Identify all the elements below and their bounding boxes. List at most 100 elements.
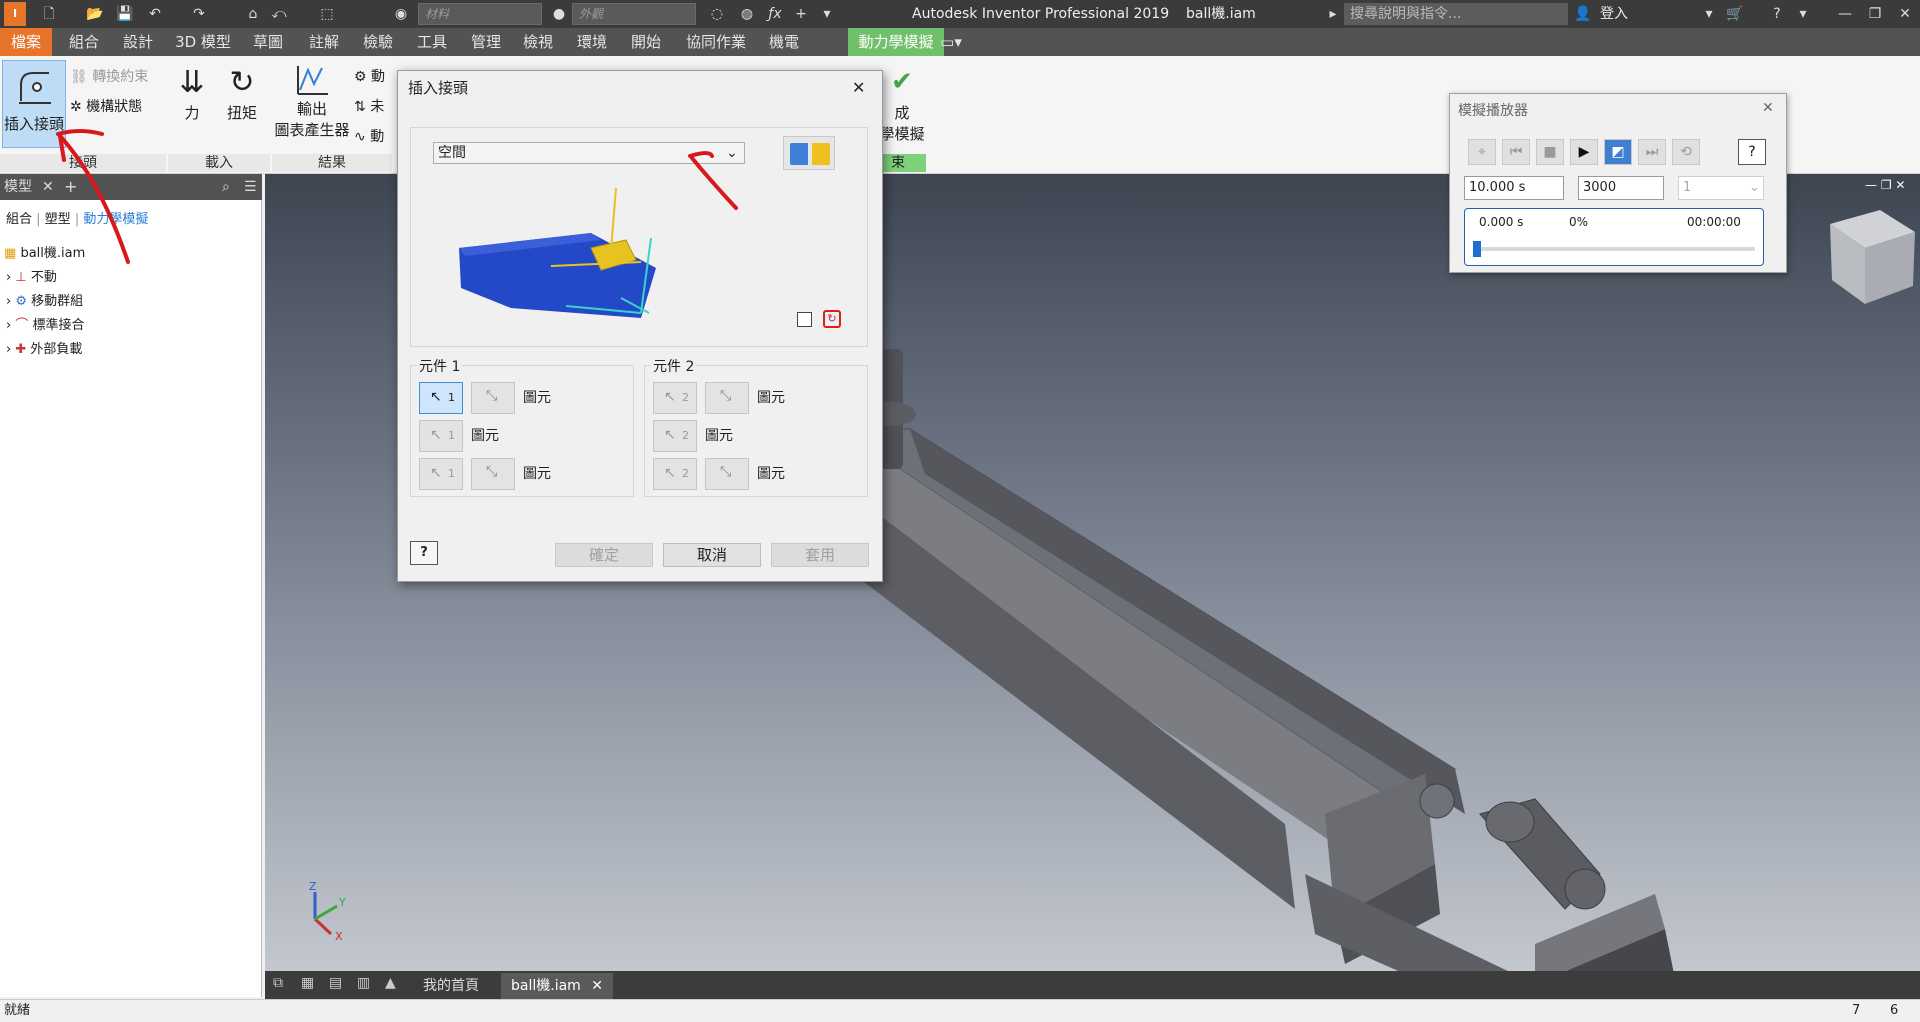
component-2-select-1[interactable]: ↖ 2 [653,382,697,414]
login-dropdown-icon[interactable]: ▾ [1698,4,1720,24]
tree-item-external-loads[interactable]: › ✚ 外部負載 [6,338,82,362]
player-title[interactable]: 模擬播放器 [1458,100,1528,120]
dialog-close-icon[interactable]: ✕ [852,71,865,105]
material-combo[interactable]: 材料 [418,3,542,25]
doc-tab-active[interactable]: ball機.iam ✕ [501,973,613,999]
save-icon[interactable]: 💾 [114,4,136,24]
player-close-icon[interactable]: ✕ [1762,100,1774,116]
browser-close-icon[interactable]: ✕ [42,174,54,200]
select-icon[interactable]: ⬚ [316,4,338,24]
component-1-select-3[interactable]: ↖ 1 [419,458,463,490]
component-2-entity-3[interactable]: ⤡ [705,458,749,490]
tab-electromechanical[interactable]: 機電 [758,28,810,56]
component-2-select-2[interactable]: ↖ 2 [653,420,697,452]
open-icon[interactable]: 📂 [84,4,106,24]
filter-assembly[interactable]: 組合 [6,212,32,227]
component-2-entity-1[interactable]: ⤡ [705,382,749,414]
tab-view[interactable]: 檢視 [512,28,564,56]
force-button[interactable]: ⇊ 力 [172,64,212,123]
filter-model[interactable]: 塑型 [45,212,71,227]
joint-type-select[interactable]: 空間 ⌄ [433,142,745,164]
tab-inspect[interactable]: 檢驗 [352,28,404,56]
cascade-icon[interactable]: ⧉ [273,975,283,991]
tile-vertical-icon[interactable]: ▥ [357,975,370,991]
cancel-button[interactable]: 取消 [663,543,761,567]
user-icon[interactable]: 👤 [1572,4,1594,24]
expand-arrow-icon[interactable]: ▸ [1322,4,1344,24]
result-item-3[interactable]: ∿ 動 [354,126,384,146]
new-icon[interactable]: 🗋 [38,4,60,24]
joint-table-button[interactable] [783,136,835,170]
result-item-1[interactable]: ⚙ 動 [354,66,385,86]
tab-3d-model[interactable]: 3D 模型 [168,28,238,56]
help-icon[interactable]: ? [1766,4,1788,24]
expand-chevron-icon[interactable]: › [6,270,11,285]
tab-list-icon[interactable]: ▲ [385,975,396,991]
dialog-title-bar[interactable]: 插入接頭 ✕ [398,71,882,105]
tab-get-started[interactable]: 開始 [620,28,672,56]
clear-icon[interactable]: ◌ [706,4,728,24]
tab-sketch[interactable]: 草圖 [242,28,294,56]
color-icon[interactable]: ◉ [390,4,412,24]
output-grapher-button[interactable]: 輸出 圖表產生器 [272,62,352,140]
return-icon[interactable]: ⤺ [268,4,290,24]
insert-joint-button[interactable]: 插入接頭 [2,60,66,148]
tree-item-mobile-groups[interactable]: › ⚙ 移動群組 [6,290,83,314]
construction-mode-button[interactable]: ⌖ [1468,139,1496,165]
customize-icon[interactable]: ▾ [816,4,838,24]
appearance-combo[interactable]: 外觀 [572,3,696,25]
convert-constraint-button[interactable]: ⛓ 轉換約束 [70,66,148,86]
doc-tab-close-icon[interactable]: ✕ [591,978,603,994]
app-logo[interactable]: I [4,2,26,26]
browser-menu-icon[interactable]: ☰ [244,174,257,200]
fx-icon[interactable]: ƒx [764,4,786,24]
images-input[interactable]: 3000 [1578,176,1664,200]
tile-icon[interactable]: ▦ [301,975,314,991]
expand-chevron-icon[interactable]: › [6,318,11,333]
tab-annotate[interactable]: 註解 [298,28,350,56]
restore-icon[interactable]: ❐ [1864,4,1886,24]
flip-icon[interactable]: ↻ [823,310,841,328]
mechanism-status-button[interactable]: ✲ 機構狀態 [70,96,142,116]
browser-add-tab[interactable]: + [64,174,77,200]
result-item-2[interactable]: ⇅ 未 [354,96,384,116]
rewind-button[interactable]: ⏮ [1502,139,1530,165]
cart-icon[interactable]: 🛒 [1724,4,1746,24]
browser-title[interactable]: 模型 [4,174,32,200]
loop-button[interactable]: ⟲ [1672,139,1700,165]
plus-icon[interactable]: + [790,4,812,24]
tab-dynamic-simulation[interactable]: 動力學模擬 [848,28,944,56]
expand-chevron-icon[interactable]: › [6,294,11,309]
component-1-entity-3[interactable]: ⤡ [471,458,515,490]
player-help-button[interactable]: ? [1738,139,1766,165]
preview-checkbox[interactable] [797,312,812,327]
filter-select[interactable]: 1 ⌄ [1678,176,1764,200]
play-button[interactable]: ▶ [1570,139,1598,165]
stop-button[interactable]: ■ [1536,139,1564,165]
undo-icon[interactable]: ↶ [144,4,166,24]
tab-manage[interactable]: 管理 [460,28,512,56]
fast-forward-button[interactable]: ⏭ [1638,139,1666,165]
appearance-icon[interactable]: ● [548,4,570,24]
tree-root[interactable]: ▦ ball機.iam [4,242,85,266]
end-time-input[interactable]: 10.000 s [1464,176,1564,200]
apply-button[interactable]: 套用 [771,543,869,567]
viewport-window-controls[interactable]: — ❐ ✕ [1865,178,1905,192]
component-2-select-3[interactable]: ↖ 2 [653,458,697,490]
close-icon[interactable]: ✕ [1894,4,1916,24]
tree-item-grounded[interactable]: › ⊥ 不動 [6,266,57,290]
minimize-icon[interactable]: — [1834,4,1856,24]
tab-design[interactable]: 設計 [112,28,164,56]
tab-collaborate[interactable]: 協同作業 [678,28,754,56]
animate-button[interactable]: ◩ [1604,139,1632,165]
ok-button[interactable]: 確定 [555,543,653,567]
adjust-icon[interactable]: ◍ [736,4,758,24]
tab-environments[interactable]: 環境 [566,28,618,56]
home-icon[interactable]: ⌂ [242,4,264,24]
search-input[interactable]: 搜尋說明與指令... [1344,3,1568,25]
ribbon-display-icon[interactable]: ▭▾ [936,28,966,56]
component-1-entity-1[interactable]: ⤡ [471,382,515,414]
tile-horizontal-icon[interactable]: ▤ [329,975,342,991]
redo-icon[interactable]: ↷ [188,4,210,24]
browser-search-icon[interactable]: ⌕ [222,174,230,200]
